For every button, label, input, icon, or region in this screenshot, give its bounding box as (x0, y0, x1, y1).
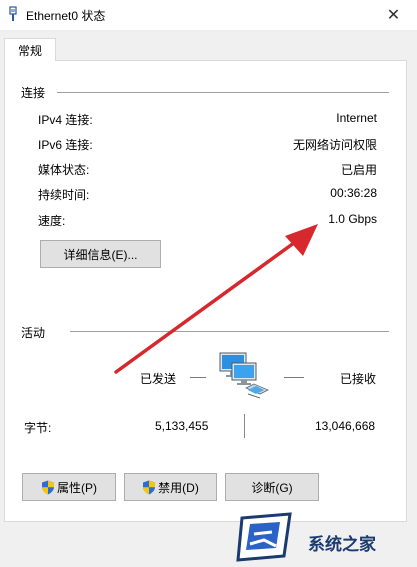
tab-panel (4, 60, 407, 522)
media-state-label: 媒体状态: (38, 163, 90, 177)
properties-button-label: 属性(P) (57, 480, 97, 495)
watermark-text: 系统之家 (308, 535, 376, 555)
ipv6-label: IPv6 连接: (38, 138, 93, 152)
sent-line (190, 377, 206, 378)
network-computers-icon (219, 352, 269, 399)
received-label: 已接收 (340, 372, 377, 386)
activity-section-label: 活动 (21, 326, 46, 340)
bytes-label: 字节: (24, 421, 52, 435)
received-line (284, 377, 304, 378)
close-icon: ✕ (386, 7, 401, 24)
ipv4-value: Internet (336, 111, 377, 125)
connection-section-label: 连接 (21, 86, 46, 100)
admin-shield-icon (42, 480, 54, 494)
ethernet-plug-icon (9, 6, 17, 21)
close-button[interactable]: ✕ (370, 0, 417, 30)
details-button[interactable]: 详细信息(E)... (40, 240, 161, 268)
speed-label: 速度: (38, 214, 66, 228)
sent-label: 已发送 (140, 372, 177, 386)
activity-section-divider (70, 331, 389, 332)
ipv6-value: 无网络访问权限 (292, 138, 377, 152)
bytes-received-value: 13,046,668 (315, 419, 376, 433)
media-state-value: 已启用 (340, 163, 377, 177)
window-title: Ethernet0 状态 (26, 9, 106, 23)
title-bar: Ethernet0 状态 ✕ (0, 0, 417, 30)
tab-general-label: 常规 (17, 43, 42, 58)
duration-value: 00:36:28 (330, 186, 377, 200)
diagnose-button-label: 诊断(G) (251, 480, 293, 495)
properties-button[interactable]: 属性(P) (22, 473, 116, 501)
duration-label: 持续时间: (38, 188, 90, 202)
admin-shield-icon (143, 480, 156, 494)
tab-general[interactable]: 常规 (4, 38, 56, 61)
disable-button-label: 禁用(D) (158, 480, 199, 495)
disable-button[interactable]: 禁用(D) (124, 473, 217, 501)
bytes-divider (244, 414, 245, 438)
speed-value: 1.0 Gbps (328, 212, 377, 226)
bytes-sent-value: 5,133,455 (155, 419, 209, 433)
diagnose-button[interactable]: 诊断(G) (225, 473, 319, 501)
ipv4-label: IPv4 连接: (38, 113, 93, 127)
status-dialog: Ethernet0 状态 ✕ 常规 连接 IPv4 连接: Internet I… (0, 0, 417, 567)
connection-section-divider (57, 92, 389, 93)
details-button-label: 详细信息(E)... (63, 247, 138, 262)
